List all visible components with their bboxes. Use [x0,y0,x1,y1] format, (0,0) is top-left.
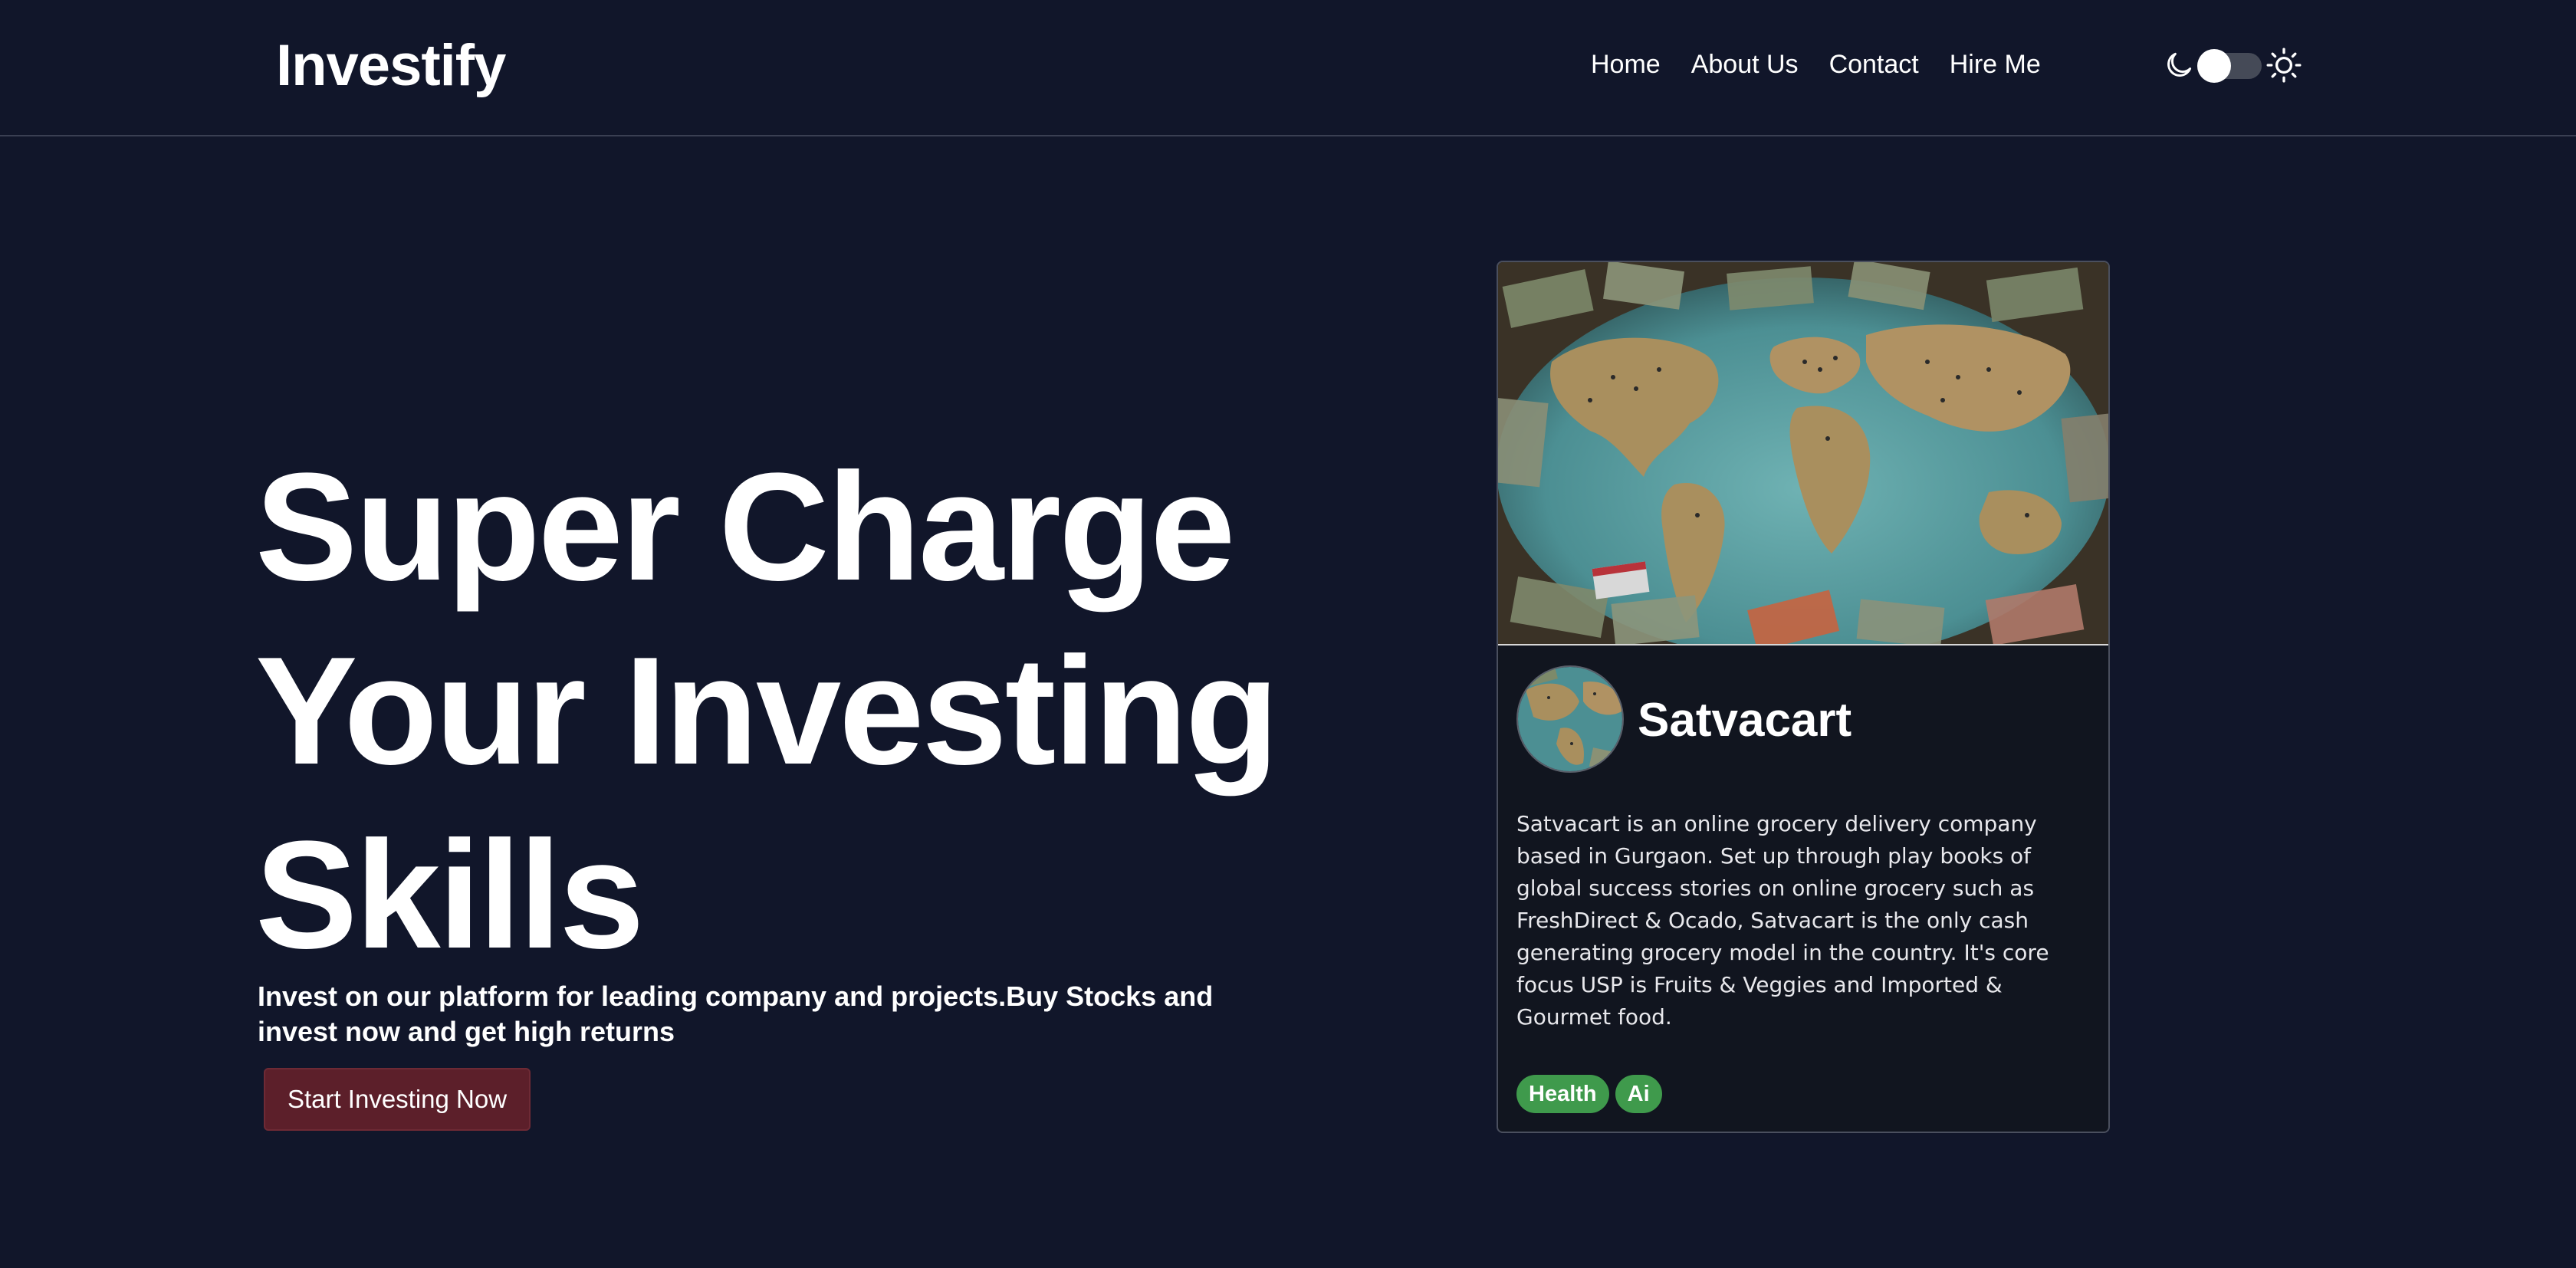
nav-contact[interactable]: Contact [1829,46,1919,83]
hero-title-line-1: Super Charge [255,442,1235,613]
moon-icon [2167,52,2192,77]
company-card[interactable]: Satvacart Satvacart is an online grocery… [1497,261,2110,1133]
sun-icon [2266,48,2302,83]
tag-ai[interactable]: Ai [1615,1075,1662,1113]
tag-health[interactable]: Health [1516,1075,1609,1113]
company-avatar [1516,665,1624,773]
company-title[interactable]: Satvacart [1638,691,1852,750]
start-investing-button[interactable]: Start Investing Now [264,1068,531,1131]
hero-subtitle: Invest on our platform for leading compa… [258,981,1214,1047]
hero-title-line-2: Your Investing [255,626,1279,797]
nav-hire-me[interactable]: Hire Me [1950,46,2041,83]
site-header: Investify Home About Us Contact Hire Me [0,0,2576,136]
company-description: Satvacart is an online grocery delivery … [1516,811,2049,1030]
nav-home[interactable]: Home [1591,46,1661,83]
tag-list: Health Ai [1516,1075,1662,1113]
hero-title: Super Charge Your Investing Skills [255,435,1313,987]
theme-toggle[interactable] [2162,44,2302,86]
nav-about-us[interactable]: About Us [1691,46,1799,83]
main-nav: Home About Us Contact Hire Me [1591,46,2041,83]
toggle-knob[interactable] [2197,49,2231,83]
hero-title-line-3: Skills [255,810,645,981]
card-image [1498,262,2108,645]
site-logo[interactable]: Investify [276,29,506,103]
